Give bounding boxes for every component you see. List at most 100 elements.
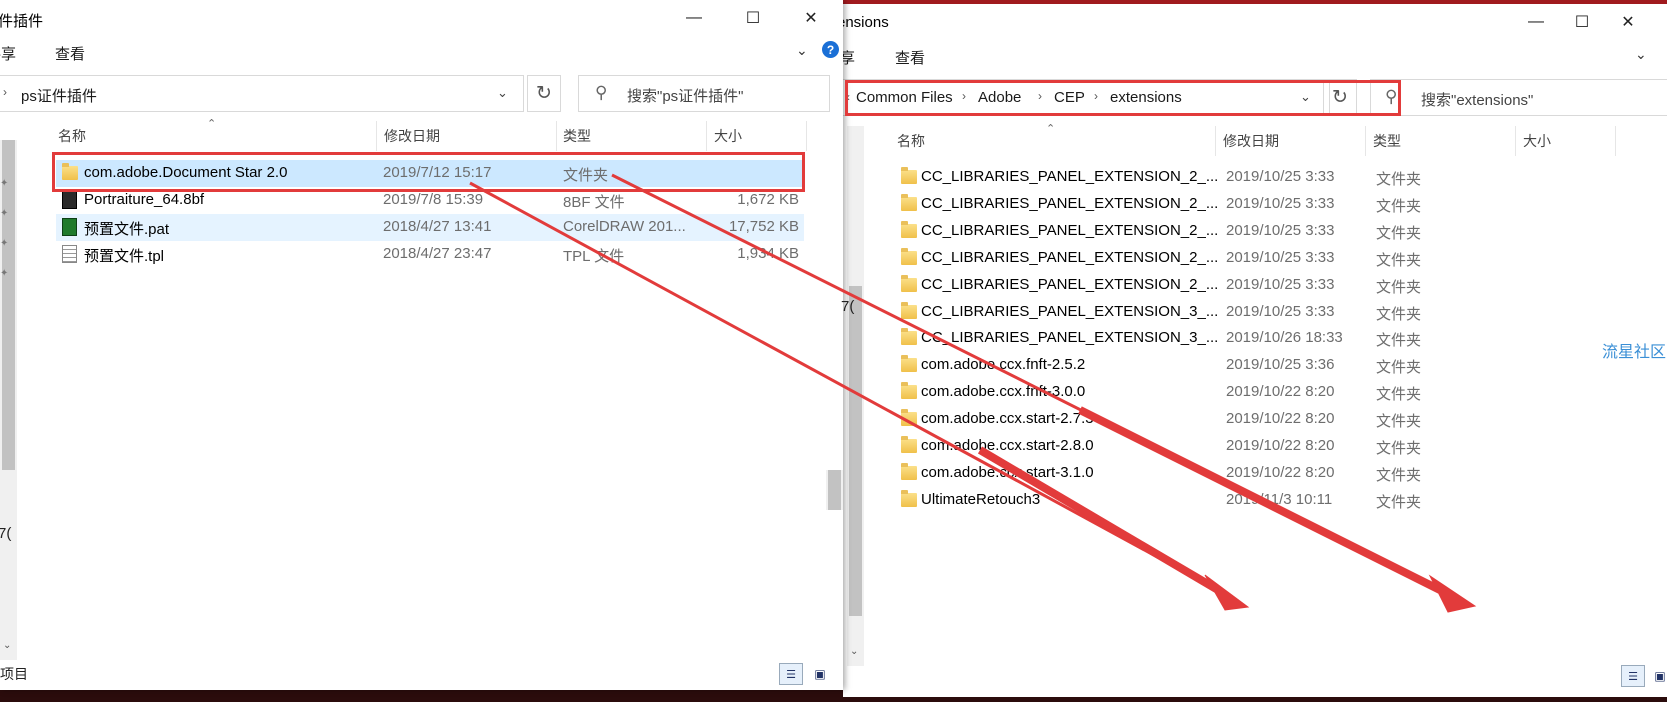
folder-icon xyxy=(901,463,917,480)
folder-name: CC_LIBRARIES_PANEL_EXTENSION_3_... xyxy=(921,303,1219,320)
search-box[interactable]: ⚲ 搜索"extensions" xyxy=(1370,79,1667,116)
folder-type: 文件夹 xyxy=(1376,252,1422,269)
pin-icon[interactable]: ✦ xyxy=(0,268,8,279)
folder-row[interactable]: CC_LIBRARIES_PANEL_EXTENSION_2_... 2019/1… xyxy=(893,272,1593,299)
file-date: 2018/4/27 23:47 xyxy=(383,245,492,262)
pin-icon[interactable]: ✦ xyxy=(0,238,8,249)
help-icon[interactable]: ? xyxy=(822,41,839,58)
menu-share[interactable]: 共享 xyxy=(843,47,855,68)
folder-row[interactable]: com.adobe.ccx.fnft-3.0.0 2019/10/22 8:20 文… xyxy=(893,379,1593,406)
column-size[interactable]: 大小 xyxy=(714,126,742,146)
close-button[interactable]: ✕ xyxy=(788,0,834,36)
scroll-thumb[interactable] xyxy=(2,140,15,470)
explorer-window-ps-plugins: 件插件 — ☐ ✕ 共享 查看 ⌄ ? › ps证件插件 ⌄ ↻ ⚲ 搜索"ps… xyxy=(0,0,843,690)
folder-date: 2019/10/25 3:33 xyxy=(1226,276,1335,293)
file-row[interactable]: 预置文件.tpl 2018/4/27 23:47 TPL 文件 1,934 KB xyxy=(56,241,804,268)
column-type[interactable]: 类型 xyxy=(1373,131,1401,151)
address-bar[interactable]: › ps证件插件 ⌄ xyxy=(0,75,524,112)
folder-date: 2019/10/26 18:33 xyxy=(1226,329,1343,346)
folder-date: 2019/11/3 10:11 xyxy=(1226,491,1333,508)
folder-row[interactable]: CC_LIBRARIES_PANEL_EXTENSION_3_... 2019/1… xyxy=(893,325,1593,352)
column-date[interactable]: 修改日期 xyxy=(1223,131,1279,151)
column-date[interactable]: 修改日期 xyxy=(384,126,440,146)
coreldraw-file-icon xyxy=(62,218,77,236)
address-path[interactable]: ps证件插件 xyxy=(21,85,97,106)
folder-row[interactable]: CC_LIBRARIES_PANEL_EXTENSION_2_... 2019/1… xyxy=(893,164,1593,191)
column-size[interactable]: 大小 xyxy=(1523,131,1551,151)
title-bar[interactable]: 件插件 — ☐ ✕ xyxy=(0,0,843,36)
folder-icon xyxy=(901,490,917,507)
column-name[interactable]: 名称 xyxy=(58,126,86,146)
details-view-button[interactable]: ☰ xyxy=(1621,665,1645,687)
menu-view[interactable]: 查看 xyxy=(895,47,925,68)
navigation-pane: ⌄ ✦ ✦ ✦ ✦ xyxy=(0,118,17,660)
column-type[interactable]: 类型 xyxy=(563,126,591,146)
folder-type: 文件夹 xyxy=(1376,225,1422,242)
ribbon-menu: 共享 查看 xyxy=(0,38,843,66)
thumbnail-view-icon: ▣ xyxy=(814,667,826,681)
folder-date: 2019/10/22 8:20 xyxy=(1226,410,1335,427)
ribbon-expand-icon[interactable]: ⌄ xyxy=(1635,46,1647,63)
chevron-down-icon[interactable]: ⌄ xyxy=(497,85,508,101)
folder-icon xyxy=(901,275,917,292)
chevron-right-icon[interactable]: › xyxy=(3,85,7,99)
folder-type: 文件夹 xyxy=(1376,440,1422,457)
minimize-button[interactable]: — xyxy=(1513,4,1559,40)
title-bar[interactable]: ensions — ☐ ✕ xyxy=(843,4,1667,40)
menu-share[interactable]: 共享 xyxy=(0,43,16,64)
search-placeholder: 搜索"ps证件插件" xyxy=(627,88,744,105)
scroll-thumb[interactable] xyxy=(828,470,841,510)
refresh-icon: ↻ xyxy=(536,83,552,104)
column-name[interactable]: 名称 xyxy=(897,131,925,151)
maximize-button[interactable]: ☐ xyxy=(730,0,776,36)
folder-type: 文件夹 xyxy=(1376,386,1422,403)
minimize-button[interactable]: — xyxy=(671,0,717,36)
watermark-text: 流星社区 xyxy=(1602,344,1667,361)
search-box[interactable]: ⚲ 搜索"ps证件插件" xyxy=(578,75,830,112)
large-icons-view-button[interactable]: ▣ xyxy=(808,663,832,685)
details-view-icon: ☰ xyxy=(1628,670,1638,683)
folder-type: 文件夹 xyxy=(1376,494,1422,511)
folder-date: 2019/10/22 8:20 xyxy=(1226,437,1335,454)
refresh-button[interactable]: ↻ xyxy=(527,75,561,112)
window-text-fragment: 7( xyxy=(841,298,855,315)
folder-icon xyxy=(901,328,917,345)
menu-view[interactable]: 查看 xyxy=(55,43,85,64)
folder-type: 文件夹 xyxy=(1376,306,1422,323)
folder-row[interactable]: CC_LIBRARIES_PANEL_EXTENSION_3_... 2019/1… xyxy=(893,299,1593,326)
folder-row[interactable]: CC_LIBRARIES_PANEL_EXTENSION_2_... 2019/1… xyxy=(893,191,1593,218)
right-scrollbar[interactable] xyxy=(826,470,843,510)
folder-row[interactable]: CC_LIBRARIES_PANEL_EXTENSION_2_... 2019/1… xyxy=(893,245,1593,272)
pin-icon[interactable]: ✦ xyxy=(0,208,8,219)
large-icons-view-button[interactable]: ▣ xyxy=(1648,665,1667,687)
folder-row[interactable]: com.adobe.ccx.start-3.1.0 2019/10/22 8:20… xyxy=(893,460,1593,487)
folder-name: CC_LIBRARIES_PANEL_EXTENSION_2_... xyxy=(921,276,1219,293)
folder-icon xyxy=(901,302,917,319)
folder-date: 2019/10/22 8:20 xyxy=(1226,383,1335,400)
scroll-down-icon[interactable]: ⌄ xyxy=(3,640,11,651)
details-view-button[interactable]: ☰ xyxy=(779,663,803,685)
file-date: 2018/4/27 13:41 xyxy=(383,218,492,235)
scroll-thumb[interactable] xyxy=(849,286,862,616)
folder-type: 文件夹 xyxy=(1376,332,1422,349)
left-scrollbar[interactable]: ⌄ xyxy=(847,126,864,666)
file-row[interactable]: 预置文件.pat 2018/4/27 13:41 CorelDRAW 201... 1… xyxy=(56,214,804,241)
pin-icon[interactable]: ✦ xyxy=(0,178,8,189)
folder-row[interactable]: CC_LIBRARIES_PANEL_EXTENSION_2_... 2019/1… xyxy=(893,218,1593,245)
folder-row[interactable]: com.adobe.ccx.start-2.7.3 2019/10/22 8:20… xyxy=(893,406,1593,433)
status-item-count: 项目 xyxy=(0,666,28,682)
close-button[interactable]: ✕ xyxy=(1605,4,1651,40)
folder-name: com.adobe.ccx.start-2.7.3 xyxy=(921,410,1094,427)
folder-icon xyxy=(901,221,917,238)
ribbon-expand-icon[interactable]: ⌄ xyxy=(796,42,808,59)
column-header: 名称 修改日期 类型 大小 xyxy=(843,126,1667,156)
sort-ascending-icon: ⌃ xyxy=(1046,123,1056,135)
folder-name: CC_LIBRARIES_PANEL_EXTENSION_2_... xyxy=(921,168,1219,185)
folder-row[interactable]: com.adobe.ccx.fnft-2.5.2 2019/10/25 3:36 文… xyxy=(893,352,1593,379)
folder-date: 2019/10/22 8:20 xyxy=(1226,464,1335,481)
scroll-down-icon[interactable]: ⌄ xyxy=(850,646,858,657)
folder-row[interactable]: com.adobe.ccx.start-2.8.0 2019/10/22 8:20… xyxy=(893,433,1593,460)
folder-row[interactable]: UltimateRetouch3 2019/11/3 10:11 文件夹 xyxy=(893,487,1593,514)
maximize-button[interactable]: ☐ xyxy=(1559,4,1605,40)
search-icon: ⚲ xyxy=(595,83,608,102)
